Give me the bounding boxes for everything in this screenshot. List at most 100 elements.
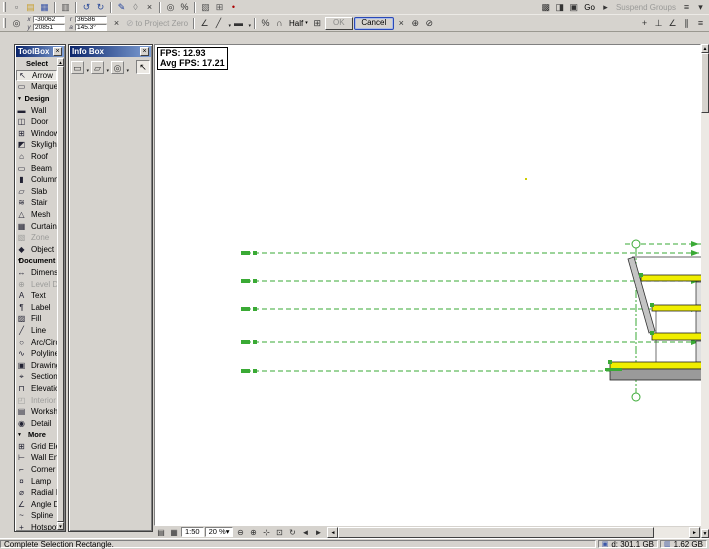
tool-stair[interactable]: ≋ Stair [16,197,57,209]
pen-weight-icon[interactable]: ▬ ▾ [232,17,251,30]
find-select-icon[interactable]: ◎ [164,1,177,14]
marquee-shape-icon[interactable]: ▭ ▾ [71,60,89,74]
scroll-up-arrow[interactable]: ▲ [57,58,64,66]
close-x-icon[interactable]: × [395,17,408,30]
tool-section[interactable]: ⌖ Section [16,371,57,383]
cancel-button[interactable]: Cancel [353,16,394,30]
drawing-canvas[interactable]: FPS: 12.93 Avg FPS: 17.21 [154,44,702,526]
tool-drawing[interactable]: ▣ Drawing [16,359,57,371]
horizontal-scrollbar[interactable]: ◄ ► [327,526,700,538]
save-icon[interactable]: ▦ [38,1,51,14]
undo-icon[interactable]: ↺ [80,1,93,14]
new-document-icon[interactable]: ▫ [10,1,23,14]
tool-beam[interactable]: ▭ Beam [16,162,57,174]
grid-icon[interactable]: ⊞ [213,1,226,14]
radius-coordinate-input[interactable] [75,15,107,23]
angle-icon[interactable]: ∠ [666,17,679,30]
print-icon[interactable]: ▥ [59,1,72,14]
tool-elevation[interactable]: ⊓ Elevation [16,383,57,395]
tool-column[interactable]: ▮ Column [16,174,57,186]
close-icon[interactable]: × [53,47,62,56]
tool-grid-elem[interactable]: ⊞ Grid Elem... [16,441,57,453]
library-icon[interactable]: ▣ [567,1,580,14]
tool-dimension[interactable]: ↔ Dimension [16,267,58,279]
toolbar-grip[interactable] [3,2,6,12]
scrollbar-thumb[interactable] [338,526,654,538]
tool-wall[interactable]: ▬ Wall [16,104,57,116]
x-coordinate-input[interactable] [33,15,65,23]
tool-object[interactable]: ◆ Object [16,244,57,256]
scrollbar-thumb[interactable] [701,53,709,113]
scroll-down-arrow[interactable]: ▼ [57,522,64,530]
toolbox-title-bar[interactable]: ToolBox × [16,46,64,57]
tool-line[interactable]: ╱ Line [16,325,57,337]
scrollbar-thumb[interactable] [57,66,64,522]
tool-mesh[interactable]: △ Mesh [16,209,57,221]
tool-zone[interactable]: ▧ Zone [16,232,57,244]
angle-coordinate-input[interactable] [75,23,107,31]
tool-arrow[interactable]: ↖ Arrow [16,69,57,82]
perpendicular-icon[interactable]: ⊥ [652,17,665,30]
toolbox-group-select[interactable]: Select [16,58,57,70]
tracker-icon[interactable]: ◎ [10,17,23,30]
tool-text[interactable]: A Text [16,290,57,302]
tool-marquee[interactable]: ▭ Marquee [16,81,57,93]
list-icon[interactable]: ≡ [694,17,707,30]
pen-tool-icon[interactable]: ✎ [115,1,128,14]
pen-set-icon[interactable]: ▦ [168,527,180,538]
scroll-left-arrow[interactable]: ◄ [327,526,339,538]
teamwork-icon[interactable]: ▩ [539,1,552,14]
snap-icon[interactable]: ∩ [273,17,286,30]
rotated-marquee-icon[interactable]: ▱ ▾ [91,60,109,74]
zoom-in-icon[interactable]: ⊕ [247,527,259,538]
tool-window[interactable]: ⊞ Window [16,128,57,140]
tool-level-dim[interactable]: ⊕ Level Dim... [16,278,57,290]
tool-radial-di[interactable]: ⌀ Radial Di... [16,487,57,499]
tool-wall-end[interactable]: ⊢ Wall End [16,452,57,464]
pan-icon[interactable]: ⊹ [260,527,272,538]
origin-icon[interactable]: ⊕ [409,17,422,30]
relative-coords-icon[interactable]: ∠ [198,17,211,30]
toolbox-group-document[interactable]: ▼ Document [16,255,57,267]
tool-lamp[interactable]: ¤ Lamp [16,475,57,487]
ok-button[interactable]: OK [324,16,353,30]
quick-options-icon[interactable]: ▤ [155,527,167,538]
percent-icon[interactable]: % [259,17,272,30]
eraser-icon[interactable]: ◊ [129,1,142,14]
redo-icon[interactable]: ↻ [94,1,107,14]
tool-corner-w[interactable]: ⌐ Corner W... [16,464,57,476]
suspend-groups-button[interactable]: Suspend Groups [613,3,679,12]
layers-icon[interactable]: ▧ [199,1,212,14]
tool-skylight[interactable]: ◩ Skylight [16,139,57,151]
groups-icon[interactable]: ≡ [680,1,693,14]
selection-method-icon[interactable]: ◎ ▾ [111,60,129,74]
toolbox-scrollbar[interactable]: ▲ ▼ [57,58,64,530]
tool-angle-di[interactable]: ∠ Angle Di... [16,499,57,511]
open-icon[interactable]: ▤ [24,1,37,14]
toolbox-group-more[interactable]: ▼ More [16,429,57,441]
tool-fill[interactable]: ▨ Fill [16,313,57,325]
close-coordinates-icon[interactable]: × [110,17,123,30]
delete-icon[interactable]: × [143,1,156,14]
scrollbar-track[interactable] [338,526,689,538]
y-coordinate-input[interactable] [33,23,65,31]
tool-arc-circle[interactable]: ○ Arc/Circle [16,336,57,348]
arrow-cursor-icon[interactable]: ↖ [136,60,150,74]
tool-label[interactable]: ¶ Label [16,301,57,313]
more-options-icon[interactable]: ▾ [694,1,707,14]
fit-in-window-icon[interactable]: ⊡ [273,527,285,538]
tool-slab[interactable]: ▱ Slab [16,186,57,198]
next-view-icon[interactable]: ► [312,527,324,538]
close-icon[interactable]: × [140,47,149,56]
add-icon[interactable]: + [638,17,651,30]
infobox-title-bar[interactable]: Info Box × [70,46,151,57]
marker-icon[interactable]: • [227,1,240,14]
tool-interior-ele[interactable]: ◰ Interior Ele... [16,394,57,406]
publish-icon[interactable]: ◨ [553,1,566,14]
orbit-icon[interactable]: ↻ [286,527,298,538]
go-label[interactable]: Go [581,3,598,12]
parallel-icon[interactable]: ∥ [680,17,693,30]
vertical-scrollbar[interactable]: ▲ ▼ [701,44,709,538]
snap-ratio-dropdown[interactable]: Half ▾ [287,19,310,28]
tool-door[interactable]: ◫ Door [16,116,57,128]
